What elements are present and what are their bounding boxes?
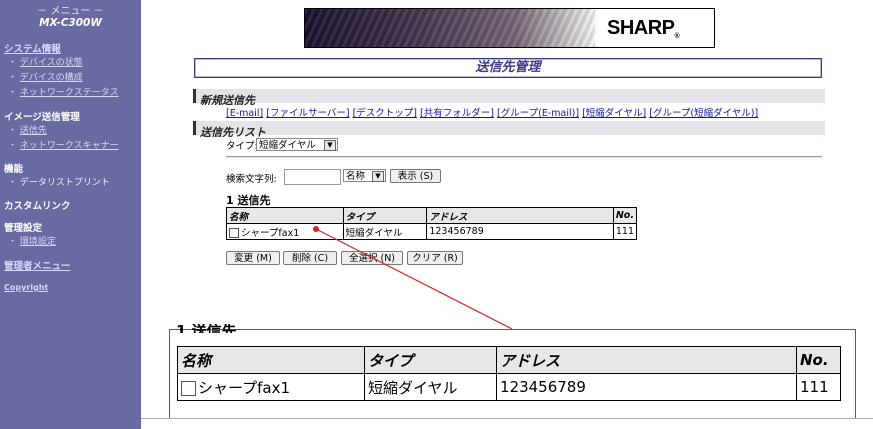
row-checkbox[interactable] [181,380,196,396]
bottom-divider [141,418,873,419]
no-cell: 111 [796,373,841,401]
address-cell: 123456789 [496,373,797,401]
column-header-type: タイプ [364,346,497,374]
table-row: シャープfax1 短縮ダイヤル 123456789 111 [177,373,841,401]
row-name: シャープfax1 [198,378,290,397]
column-header-name: 名称 [177,346,365,374]
column-header-address: アドレス [496,346,797,374]
column-header-no: No. [796,346,841,374]
zoom-destination-table: 名称 タイプ アドレス No. シャープfax1 短縮ダイヤル 12345678… [177,346,841,401]
table-header-row: 名称 タイプ アドレス No. [177,346,841,374]
zoom-callout: 1 送信先 名称 タイプ アドレス No. シャープfax1 短縮ダイヤル 12… [169,324,856,419]
name-cell: シャープfax1 [177,373,365,401]
zoom-count-title: 1 送信先 [176,324,237,333]
type-cell: 短縮ダイヤル [364,373,497,401]
